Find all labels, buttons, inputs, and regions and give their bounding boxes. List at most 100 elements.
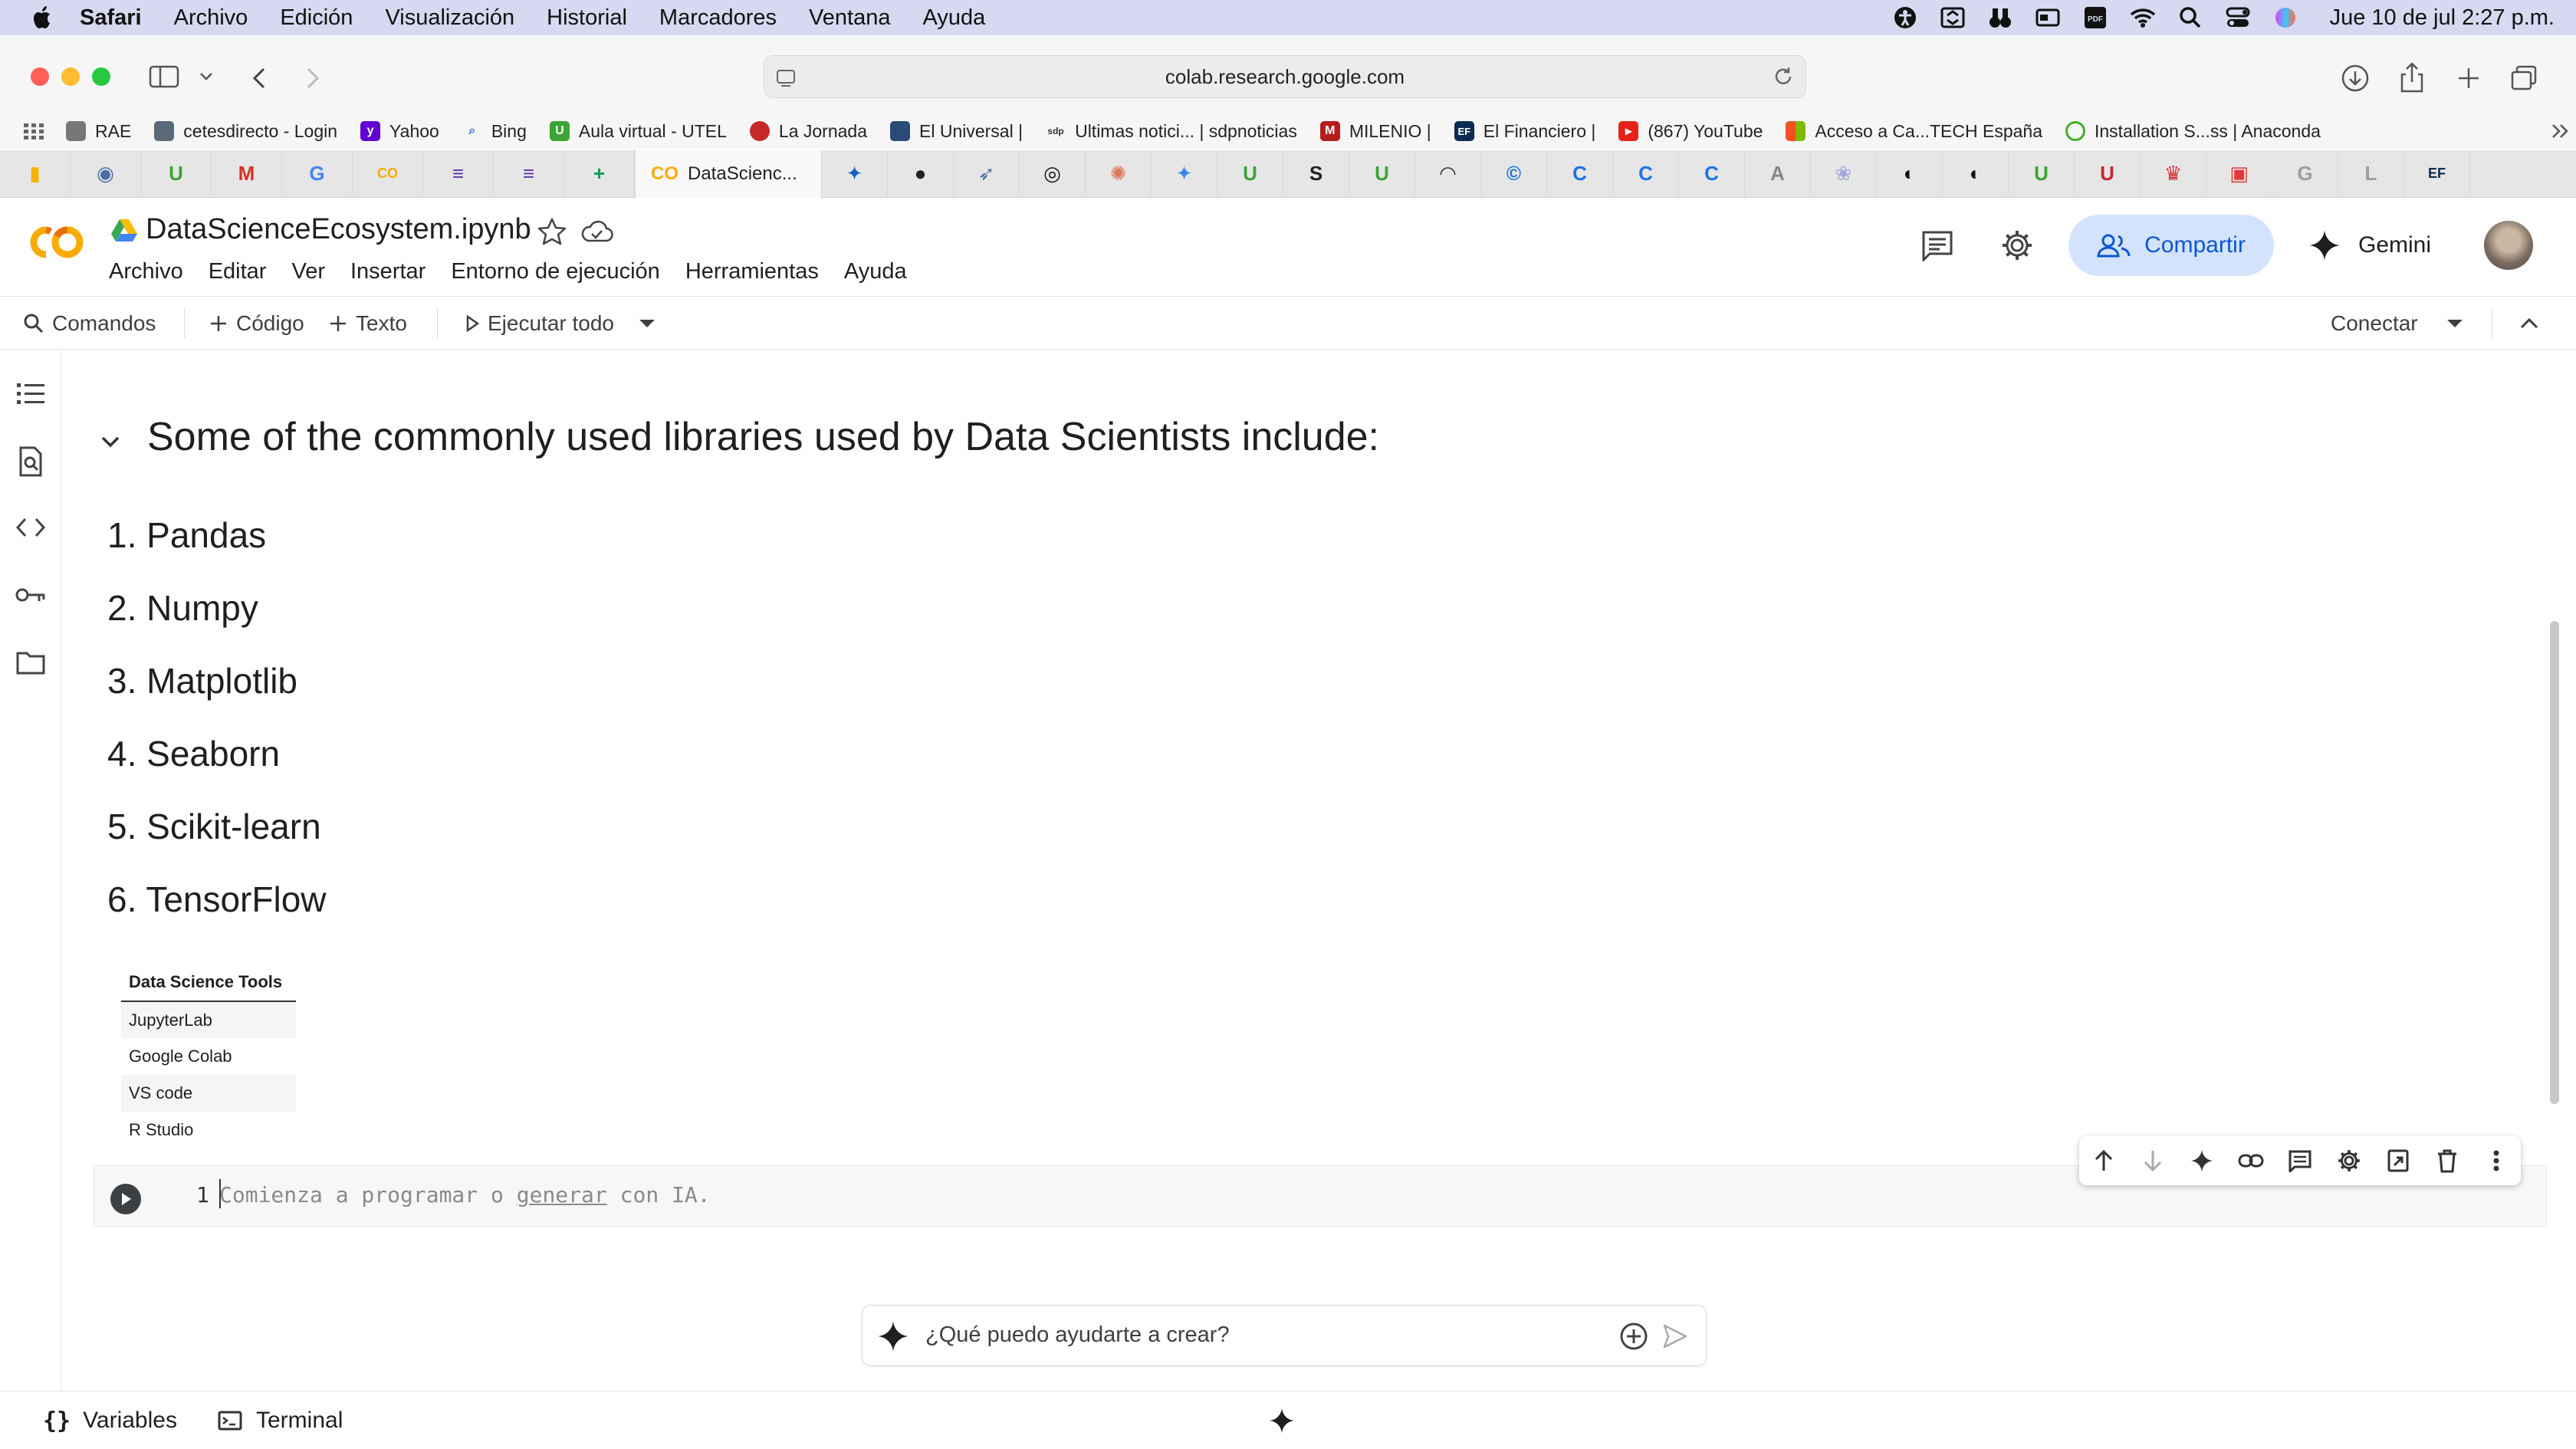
- menu-app-name[interactable]: Safari: [80, 5, 142, 31]
- tab-right-7[interactable]: S: [1283, 150, 1349, 198]
- find-replace-icon[interactable]: [14, 445, 48, 478]
- bookmark-campus-tech[interactable]: Acceso a Ca...TECH España: [1786, 121, 2042, 142]
- tab-left-8[interactable]: +: [564, 150, 635, 198]
- url-text[interactable]: colab.research.google.com: [1165, 65, 1405, 89]
- tab-right-24[interactable]: EF: [2404, 150, 2470, 198]
- site-settings-icon[interactable]: [775, 67, 797, 88]
- share-button[interactable]: Compartir: [2068, 215, 2274, 276]
- gemini-status-button[interactable]: [1268, 1392, 1296, 1449]
- siri-icon[interactable]: [2272, 6, 2299, 29]
- pdf-icon[interactable]: PDF: [2082, 6, 2109, 29]
- control-center-icon[interactable]: [2224, 6, 2252, 29]
- tab-right-4[interactable]: ✺: [1086, 150, 1152, 198]
- tab-right-2[interactable]: ➶: [954, 150, 1020, 198]
- tab-active-colab[interactable]: CO DataScienc...: [635, 150, 822, 198]
- tab-left-1[interactable]: ◉: [71, 150, 141, 198]
- copy-link-button[interactable]: [2226, 1136, 2275, 1185]
- tab-right-14[interactable]: A: [1745, 150, 1811, 198]
- tab-left-6[interactable]: ≡: [423, 150, 494, 198]
- tab-right-18[interactable]: U: [2009, 150, 2075, 198]
- downloads-icon[interactable]: [2338, 61, 2372, 95]
- connect-button[interactable]: Conectar: [2331, 297, 2418, 350]
- tab-right-19[interactable]: U: [2075, 150, 2141, 198]
- settings-gear-icon[interactable]: [1998, 227, 2036, 264]
- menu-ventana[interactable]: Ventana: [809, 5, 890, 31]
- tab-right-20[interactable]: ♛: [2141, 150, 2206, 198]
- bookmarks-grid-icon[interactable]: [23, 122, 44, 140]
- gemini-button[interactable]: Gemini: [2308, 215, 2446, 276]
- menu-marcadores[interactable]: Marcadores: [659, 5, 777, 31]
- commands-button[interactable]: Comandos: [23, 297, 156, 350]
- move-up-button[interactable]: [2079, 1136, 2128, 1185]
- tab-right-12[interactable]: C: [1613, 150, 1679, 198]
- menu-archivo[interactable]: Archivo: [174, 5, 248, 31]
- wifi-icon[interactable]: [2129, 6, 2157, 29]
- colab-menu-archivo[interactable]: Archivo: [109, 259, 183, 284]
- tab-right-23[interactable]: L: [2338, 150, 2404, 198]
- tab-left-7[interactable]: ≡: [494, 150, 564, 198]
- tab-left-5[interactable]: CO: [353, 150, 423, 198]
- bookmark-la-jornada[interactable]: La Jornada: [749, 121, 867, 142]
- address-bar[interactable]: colab.research.google.com: [764, 55, 1806, 98]
- bookmark-bing[interactable]: ⌕ Bing: [462, 121, 527, 142]
- notebook-title[interactable]: DataScienceEcosystem.ipynb: [146, 213, 531, 246]
- bookmark-milenio[interactable]: M MILENIO |: [1319, 121, 1431, 142]
- more-bookmarks-icon[interactable]: [2550, 122, 2571, 140]
- tab-right-13[interactable]: C: [1679, 150, 1745, 198]
- more-actions-button[interactable]: [2472, 1136, 2521, 1185]
- terminal-button[interactable]: Terminal: [218, 1392, 343, 1449]
- tab-right-10[interactable]: ©: [1481, 150, 1547, 198]
- close-window-button[interactable]: [31, 67, 49, 86]
- colab-logo[interactable]: [23, 221, 87, 264]
- tab-right-16[interactable]: ◐: [1877, 150, 1943, 198]
- table-of-contents-icon[interactable]: [14, 377, 48, 411]
- tab-right-5[interactable]: ✦: [1152, 150, 1217, 198]
- sync-icon[interactable]: [1939, 6, 1967, 29]
- delete-cell-button[interactable]: [2423, 1136, 2472, 1185]
- tab-right-22[interactable]: G: [2272, 150, 2338, 198]
- add-code-button[interactable]: Código: [209, 297, 304, 350]
- google-drive-icon[interactable]: [110, 218, 138, 242]
- code-editor-placeholder[interactable]: Comienza a programar o generar con IA.: [219, 1182, 711, 1208]
- chevron-down-icon[interactable]: [95, 426, 126, 457]
- secrets-key-icon[interactable]: [14, 578, 48, 612]
- tab-right-0[interactable]: ✦: [822, 150, 888, 198]
- code-snippets-icon[interactable]: [14, 511, 48, 544]
- bookmark-sdpnoticias[interactable]: sdp Ultimas notici... | sdpnoticias: [1046, 121, 1296, 142]
- tab-left-4[interactable]: G: [282, 150, 353, 198]
- tab-right-15[interactable]: ❀: [1811, 150, 1877, 198]
- move-down-button[interactable]: [2128, 1136, 2177, 1185]
- back-icon[interactable]: [244, 63, 274, 94]
- tab-right-9[interactable]: ◠: [1415, 150, 1481, 198]
- chevron-down-icon[interactable]: [196, 67, 216, 86]
- bookmark-rae[interactable]: RAE: [66, 121, 131, 142]
- run-cell-button[interactable]: [110, 1184, 141, 1214]
- collapse-header-button[interactable]: [2519, 297, 2539, 350]
- comments-icon[interactable]: [1918, 227, 1957, 264]
- accessibility-icon[interactable]: [1891, 6, 1919, 29]
- bookmark-yahoo[interactable]: y Yahoo: [360, 121, 439, 142]
- menu-edicion[interactable]: Edición: [280, 5, 353, 31]
- card-icon[interactable]: [2034, 6, 2062, 29]
- sidebar-toggle-icon[interactable]: [147, 63, 181, 90]
- colab-menu-ayuda[interactable]: Ayuda: [844, 259, 907, 284]
- new-tab-icon[interactable]: [2452, 61, 2486, 95]
- menu-historial[interactable]: Historial: [547, 5, 627, 31]
- tab-right-21[interactable]: ▣: [2206, 150, 2272, 198]
- avatar[interactable]: [2484, 221, 2533, 270]
- tab-right-17[interactable]: ◐: [1943, 150, 2009, 198]
- tab-overview-icon[interactable]: [2507, 61, 2541, 95]
- bookmark-cetesdirecto[interactable]: cetesdirecto - Login: [154, 121, 337, 142]
- cloud-icon[interactable]: [580, 218, 613, 245]
- binoculars-icon[interactable]: [1986, 6, 2014, 29]
- forward-icon[interactable]: [297, 63, 328, 94]
- send-icon[interactable]: [1661, 1322, 1689, 1350]
- tab-right-3[interactable]: ◎: [1020, 150, 1086, 198]
- tab-left-0[interactable]: ▮: [0, 150, 71, 198]
- star-icon[interactable]: [537, 216, 567, 247]
- tab-right-11[interactable]: C: [1547, 150, 1613, 198]
- tab-right-8[interactable]: U: [1349, 150, 1415, 198]
- zoom-window-button[interactable]: [92, 67, 110, 86]
- share-icon[interactable]: [2395, 60, 2429, 95]
- tab-left-2[interactable]: U: [141, 150, 212, 198]
